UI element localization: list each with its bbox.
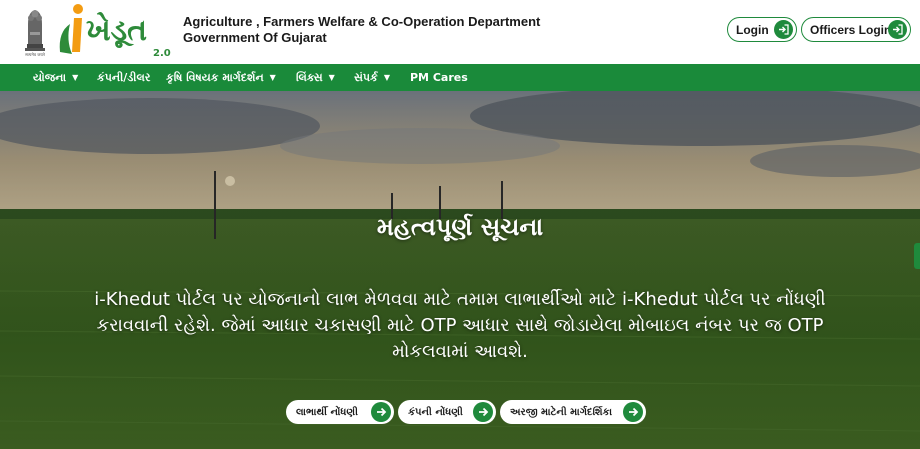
nav-item-label: કૃષિ વિષયક માર્ગદર્શન	[166, 70, 264, 84]
side-feedback-tab[interactable]	[914, 243, 920, 269]
nav-item-label: યોજના	[33, 70, 67, 84]
cta-label: લાભાર્થી નોંધણી	[296, 406, 359, 418]
chevron-down-icon: ▼	[72, 73, 79, 82]
ikhedut-logo[interactable]: ખેડૂત 2.0	[56, 2, 174, 60]
notice-line-1: i-Khedut પોર્ટલ પર યોજનાનો લાભ મેળવવા મા…	[94, 289, 826, 310]
logo-text: ખેડૂત	[86, 12, 147, 49]
nav-item-label: સંપર્ક	[354, 70, 378, 84]
main-nav: યોજના ▼ કંપની/ડીલર કૃષિ વિષયક માર્ગદર્શન ▼…	[0, 64, 920, 91]
department-line-1: Agriculture , Farmers Welfare & Co-Opera…	[183, 14, 541, 29]
nav-item-company-dealer[interactable]: કંપની/ડીલર	[97, 64, 150, 91]
login-button[interactable]: Login	[727, 17, 797, 42]
nav-item-label: લિંક્સ	[296, 70, 323, 84]
department-line-2: Government Of Gujarat	[183, 30, 327, 45]
arrow-right-icon	[623, 402, 643, 422]
cta-label: કંપની નોંધણી	[408, 406, 463, 418]
nav-item-label: PM Cares	[410, 71, 468, 84]
farm-field-background	[0, 91, 920, 449]
company-registration-button[interactable]: કંપની નોંધણી	[398, 400, 496, 424]
officers-login-label: Officers Login	[810, 22, 892, 37]
notice-line-2: કરાવવાની રહેશે. જેમાં આધાર ચકાસણી માટે O…	[96, 315, 824, 336]
application-guide-button[interactable]: અરજી માટેની માર્ગદર્શિકા	[500, 400, 646, 424]
nav-item-contact[interactable]: સંપર્ક ▼	[354, 64, 390, 91]
arrow-right-icon	[473, 402, 493, 422]
chevron-down-icon: ▼	[383, 73, 390, 82]
login-arrow-icon	[888, 20, 907, 39]
department-title: Agriculture , Farmers Welfare & Co-Opera…	[183, 14, 540, 46]
notice-title: મહત્વપૂર્ણ સૂચના	[376, 213, 544, 241]
nav-item-pm-cares[interactable]: PM Cares	[410, 64, 468, 91]
login-label: Login	[736, 22, 769, 37]
login-arrow-icon	[774, 20, 793, 39]
nav-item-label: કંપની/ડીલર	[97, 70, 151, 84]
svg-text:सत्यमेव जयते: सत्यमेव जयते	[25, 52, 45, 57]
nav-item-agri-guidance[interactable]: કૃષિ વિષયક માર્ગદર્શન ▼	[166, 64, 276, 91]
hero-banner: મહત્વપૂર્ણ સૂચના i-Khedut પોર્ટલ પર યોજન…	[0, 91, 920, 449]
chevron-down-icon: ▼	[328, 73, 335, 82]
nav-item-links[interactable]: લિંક્સ ▼	[296, 64, 335, 91]
officers-login-button[interactable]: Officers Login	[801, 17, 911, 42]
beneficiary-registration-button[interactable]: લાભાર્થી નોંધણી	[286, 400, 394, 424]
state-emblem-icon: सत्यमेव जयते	[25, 10, 46, 57]
cta-label: અરજી માટેની માર્ગદર્શિકા	[510, 406, 613, 418]
notice-line-3: મોકલવામાં આવશે.	[392, 341, 528, 362]
arrow-right-icon	[371, 402, 391, 422]
chevron-down-icon: ▼	[269, 73, 276, 82]
notice-text: i-Khedut પોર્ટલ પર યોજનાનો લાભ મેળવવા મા…	[80, 287, 840, 365]
nav-item-schemes[interactable]: યોજના ▼	[33, 64, 78, 91]
logo-version: 2.0	[153, 48, 171, 59]
site-header: सत्यमेव जयते ખેડૂત 2.0 Agriculture , Far…	[0, 0, 920, 64]
